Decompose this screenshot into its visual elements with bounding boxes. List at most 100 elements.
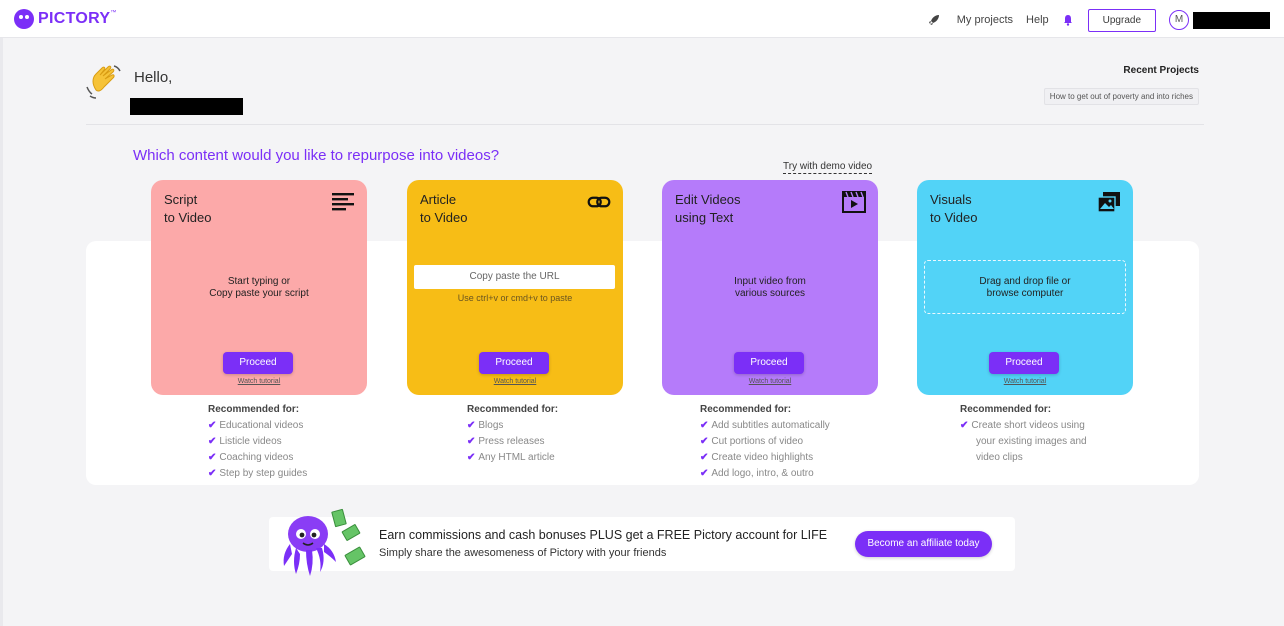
watch-tutorial-link[interactable]: Watch tutorial: [151, 378, 367, 385]
logo-text: PICTORY: [38, 10, 111, 27]
images-icon: [1097, 191, 1121, 213]
proceed-button[interactable]: Proceed: [734, 352, 804, 374]
top-nav: My projects Help Upgrade M: [927, 8, 1270, 32]
proceed-button[interactable]: Proceed: [989, 352, 1059, 374]
logo-trademark: ™: [110, 10, 117, 16]
list-item-text: Press releases: [478, 436, 545, 447]
list-item: ✔ Step by step guides: [208, 466, 307, 482]
card-title-line2: to Video: [930, 210, 978, 225]
article-to-video-card[interactable]: Article to Video Copy paste the URL Use …: [407, 180, 623, 395]
card-title-line1: Script: [164, 192, 198, 207]
proceed-button[interactable]: Proceed: [479, 352, 549, 374]
recommended-heading: Recommended for:: [700, 404, 792, 415]
page-question: Which content would you like to repurpos…: [133, 147, 500, 164]
list-item: ✔ Add subtitles automatically: [700, 418, 830, 434]
card-title-line1: Visuals: [930, 192, 972, 207]
list-item-text: Educational videos: [219, 420, 304, 431]
visuals-to-video-card[interactable]: Visuals to Video Drag and drop file or b…: [917, 180, 1133, 395]
check-icon: ✔: [208, 468, 217, 479]
check-icon: ✔: [700, 468, 709, 479]
watch-tutorial-link[interactable]: Watch tutorial: [407, 378, 623, 385]
list-item: ✔ Cut portions of video: [700, 434, 830, 450]
card-title: Edit Videos using Text: [675, 191, 741, 227]
avatar[interactable]: M: [1169, 10, 1189, 30]
check-icon: ✔: [700, 436, 709, 447]
desc-line1: Start typing or: [227, 276, 291, 287]
try-demo-video-link[interactable]: Try with demo video: [783, 161, 873, 174]
list-item-text: Create video highlights: [711, 452, 814, 463]
desc-line2: browse computer: [986, 288, 1064, 299]
recommended-list-article: Recommended for: ✔ Blogs ✔ Press releases …: [467, 402, 558, 466]
card-description: Start typing or Copy paste your script: [151, 276, 367, 300]
card-title-line1: Edit Videos: [675, 192, 741, 207]
list-item-text: Blogs: [478, 420, 504, 431]
recommended-heading: Recommended for:: [467, 404, 559, 415]
list-item: ✔ Press releases: [467, 434, 558, 450]
check-icon: ✔: [960, 420, 969, 431]
upgrade-button[interactable]: Upgrade: [1087, 8, 1156, 32]
card-title-line2: to Video: [420, 210, 468, 225]
list-item-text: Any HTML article: [478, 452, 555, 463]
list-item-text: Step by step guides: [219, 468, 308, 479]
link-icon: [587, 191, 611, 213]
script-to-video-card[interactable]: Script to Video Start typing or Copy pas…: [151, 180, 367, 395]
list-item: ✔ Educational videos: [208, 418, 307, 434]
text-lines-icon: [331, 191, 355, 213]
list-item-text: Listicle videos: [219, 436, 282, 447]
list-item-text: Create short videos using: [971, 420, 1085, 431]
card-title: Article to Video: [420, 191, 467, 227]
recommended-list-visuals: Recommended for: ✔ Create short videos us…: [960, 402, 1087, 466]
list-item: ✔ Add logo, intro, & outro: [700, 466, 830, 482]
user-first-name-redacted: [130, 98, 243, 115]
check-icon: ✔: [208, 420, 217, 431]
recommended-heading: Recommended for:: [208, 404, 300, 415]
check-icon: ✔: [467, 436, 476, 447]
help-link[interactable]: Help: [1026, 14, 1049, 26]
watch-tutorial-link[interactable]: Watch tutorial: [917, 378, 1133, 385]
rocket-icon[interactable]: [927, 13, 941, 27]
list-item-text: Cut portions of video: [711, 436, 804, 447]
list-item: ✔ Listicle videos: [208, 434, 307, 450]
card-description: Input video from various sources: [662, 276, 878, 300]
list-item: ✔ Create video highlights: [700, 450, 830, 466]
recommended-list-script: Recommended for: ✔ Educational videos ✔ Li…: [208, 402, 307, 482]
affiliate-headline: Earn commissions and cash bonuses PLUS g…: [379, 528, 828, 542]
desc-line1: Drag and drop file or: [979, 276, 1071, 287]
recommended-list-edit: Recommended for: ✔ Add subtitles automati…: [700, 402, 830, 482]
card-title: Script to Video: [164, 191, 211, 227]
list-item-continuation: video clips: [976, 452, 1023, 463]
bell-icon[interactable]: [1062, 14, 1074, 26]
watch-tutorial-link[interactable]: Watch tutorial: [662, 378, 878, 385]
article-url-input[interactable]: Copy paste the URL: [414, 265, 615, 289]
user-name-redacted: [1193, 11, 1270, 29]
desc-line1: Input video from: [734, 276, 806, 287]
affiliate-subline: Simply share the awesomeness of Pictory …: [379, 547, 667, 559]
pictory-logo[interactable]: PICTORY ™: [14, 8, 116, 30]
my-projects-link[interactable]: My projects: [957, 14, 1013, 26]
recommended-heading: Recommended for:: [960, 404, 1052, 415]
list-item-continuation: your existing images and: [976, 436, 1087, 447]
octopus-logo-icon: [14, 9, 34, 29]
check-icon: ✔: [700, 420, 709, 431]
octopus-mascot-icon: [278, 510, 340, 576]
card-title: Visuals to Video: [930, 191, 977, 227]
recent-project-item[interactable]: How to get out of poverty and into riche…: [1043, 88, 1199, 105]
card-title-line2: to Video: [164, 210, 212, 225]
paste-hint: Use ctrl+v or cmd+v to paste: [457, 293, 573, 303]
edit-videos-using-text-card[interactable]: Edit Videos using Text Input video from …: [662, 180, 878, 395]
check-icon: ✔: [208, 436, 217, 447]
clapperboard-icon: [842, 191, 866, 213]
list-item: ✔ Coaching videos: [208, 450, 307, 466]
check-icon: ✔: [467, 452, 476, 463]
recent-projects-title: Recent Projects: [1123, 65, 1199, 76]
list-item-text: Add logo, intro, & outro: [711, 468, 814, 479]
top-bar: PICTORY ™ My projects Help Upgrade M: [0, 0, 1284, 38]
left-gutter: [0, 38, 3, 626]
list-item-text: Add subtitles automatically: [711, 420, 830, 431]
card-title-line2: using Text: [675, 210, 734, 225]
list-item: ✔ Any HTML article: [467, 450, 558, 466]
become-affiliate-button[interactable]: Become an affiliate today: [855, 531, 992, 557]
check-icon: ✔: [467, 420, 476, 431]
waving-hand-icon: [84, 62, 124, 102]
proceed-button[interactable]: Proceed: [223, 352, 293, 374]
